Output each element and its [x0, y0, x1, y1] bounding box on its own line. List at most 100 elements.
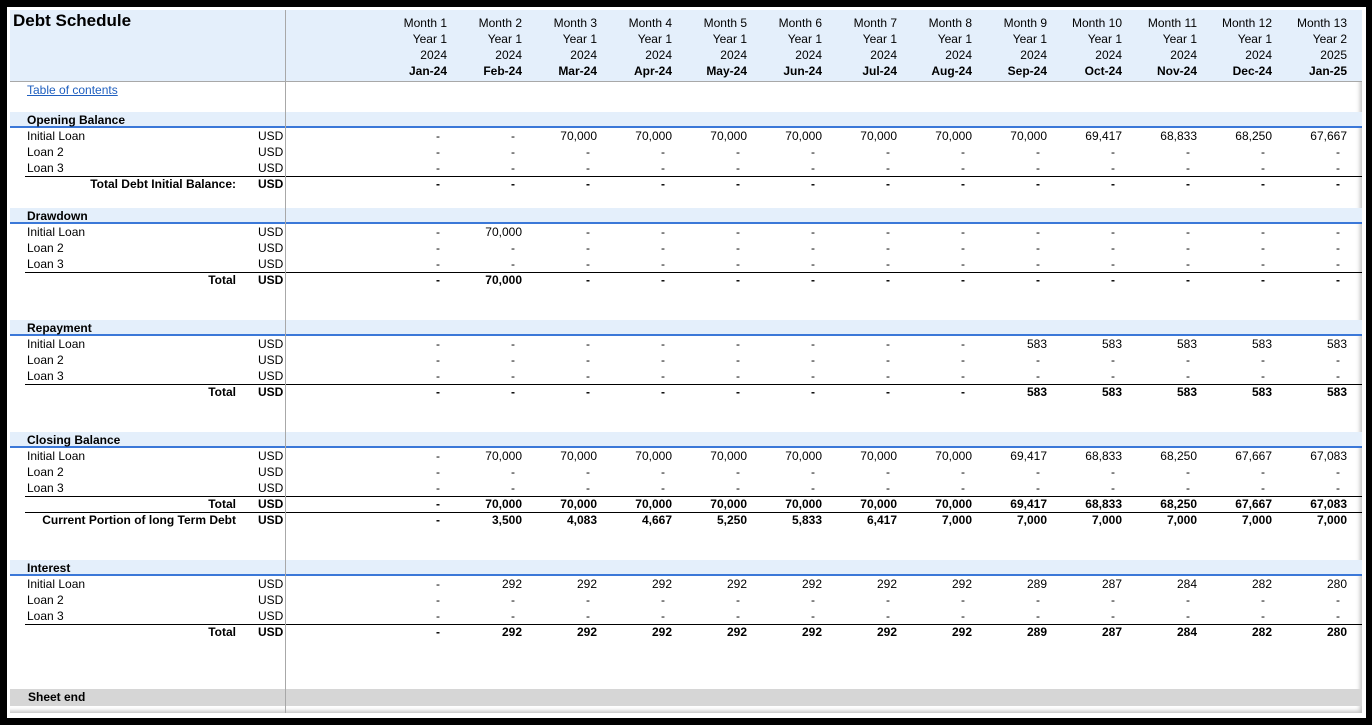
value-cell[interactable]: -: [520, 224, 590, 240]
value-cell[interactable]: -: [1045, 352, 1115, 368]
value-cell[interactable]: 284: [1127, 576, 1197, 592]
value-cell[interactable]: -: [820, 464, 890, 480]
value-cell[interactable]: -: [970, 224, 1040, 240]
value-cell[interactable]: -: [520, 144, 590, 160]
value-cell[interactable]: 583: [977, 336, 1047, 352]
value-cell[interactable]: -: [520, 480, 590, 496]
value-cell[interactable]: -: [520, 464, 590, 480]
value-cell[interactable]: -: [745, 592, 815, 608]
value-cell[interactable]: -: [1045, 256, 1115, 272]
value-cell[interactable]: -: [970, 240, 1040, 256]
value-cell[interactable]: -: [670, 176, 740, 192]
value-cell[interactable]: -: [970, 592, 1040, 608]
value-cell[interactable]: -: [520, 240, 590, 256]
value-cell[interactable]: -: [820, 176, 890, 192]
value-cell[interactable]: 67,667: [1202, 496, 1272, 512]
value-cell[interactable]: -: [520, 176, 590, 192]
value-cell[interactable]: -: [370, 576, 440, 592]
value-cell[interactable]: -: [520, 352, 590, 368]
value-cell[interactable]: 5,833: [752, 512, 822, 528]
value-cell[interactable]: -: [895, 384, 965, 400]
value-cell[interactable]: -: [670, 352, 740, 368]
value-cell[interactable]: -: [895, 176, 965, 192]
value-cell[interactable]: -: [595, 176, 665, 192]
value-cell[interactable]: -: [370, 464, 440, 480]
value-cell[interactable]: 280: [1277, 624, 1347, 640]
value-cell[interactable]: 4,667: [602, 512, 672, 528]
value-cell[interactable]: 7,000: [1052, 512, 1122, 528]
value-cell[interactable]: 70,000: [602, 448, 672, 464]
value-cell[interactable]: 583: [1127, 336, 1197, 352]
value-cell[interactable]: 67,083: [1277, 448, 1347, 464]
value-cell[interactable]: -: [745, 480, 815, 496]
value-cell[interactable]: -: [370, 272, 440, 288]
value-cell[interactable]: 292: [902, 576, 972, 592]
value-cell[interactable]: -: [595, 256, 665, 272]
value-cell[interactable]: -: [745, 352, 815, 368]
value-cell[interactable]: -: [370, 336, 440, 352]
value-cell[interactable]: -: [1120, 592, 1190, 608]
value-cell[interactable]: 7,000: [1202, 512, 1272, 528]
value-cell[interactable]: -: [1045, 608, 1115, 624]
value-cell[interactable]: -: [370, 496, 440, 512]
value-cell[interactable]: -: [1195, 368, 1265, 384]
value-cell[interactable]: -: [745, 272, 815, 288]
value-cell[interactable]: 287: [1052, 576, 1122, 592]
value-cell[interactable]: -: [895, 608, 965, 624]
value-cell[interactable]: 292: [527, 576, 597, 592]
value-cell[interactable]: 292: [827, 576, 897, 592]
value-cell[interactable]: -: [370, 512, 440, 528]
value-cell[interactable]: -: [1195, 176, 1265, 192]
value-cell[interactable]: -: [895, 464, 965, 480]
value-cell[interactable]: -: [1195, 352, 1265, 368]
value-cell[interactable]: 292: [677, 576, 747, 592]
value-cell[interactable]: -: [370, 144, 440, 160]
value-cell[interactable]: -: [1270, 352, 1340, 368]
value-cell[interactable]: -: [745, 176, 815, 192]
value-cell[interactable]: -: [370, 608, 440, 624]
value-cell[interactable]: 70,000: [452, 224, 522, 240]
value-cell[interactable]: -: [895, 592, 965, 608]
value-cell[interactable]: -: [1270, 256, 1340, 272]
value-cell[interactable]: 583: [1277, 336, 1347, 352]
value-cell[interactable]: -: [370, 128, 440, 144]
value-cell[interactable]: -: [820, 352, 890, 368]
value-cell[interactable]: -: [595, 336, 665, 352]
value-cell[interactable]: 70,000: [452, 272, 522, 288]
value-cell[interactable]: -: [445, 464, 515, 480]
value-cell[interactable]: 292: [452, 624, 522, 640]
value-cell[interactable]: 3,500: [452, 512, 522, 528]
value-cell[interactable]: 70,000: [602, 128, 672, 144]
value-cell[interactable]: -: [670, 160, 740, 176]
value-cell[interactable]: -: [970, 464, 1040, 480]
value-cell[interactable]: -: [895, 160, 965, 176]
value-cell[interactable]: 583: [1277, 384, 1347, 400]
value-cell[interactable]: -: [1120, 608, 1190, 624]
value-cell[interactable]: 292: [677, 624, 747, 640]
value-cell[interactable]: -: [970, 352, 1040, 368]
value-cell[interactable]: 70,000: [902, 128, 972, 144]
value-cell[interactable]: -: [445, 480, 515, 496]
value-cell[interactable]: 7,000: [1127, 512, 1197, 528]
value-cell[interactable]: -: [745, 368, 815, 384]
value-cell[interactable]: 70,000: [827, 128, 897, 144]
value-cell[interactable]: 289: [977, 576, 1047, 592]
value-cell[interactable]: -: [1120, 352, 1190, 368]
value-cell[interactable]: -: [1195, 608, 1265, 624]
value-cell[interactable]: 69,417: [977, 496, 1047, 512]
value-cell[interactable]: -: [1195, 224, 1265, 240]
value-cell[interactable]: 70,000: [602, 496, 672, 512]
value-cell[interactable]: 282: [1202, 624, 1272, 640]
value-cell[interactable]: -: [1045, 240, 1115, 256]
value-cell[interactable]: -: [520, 608, 590, 624]
value-cell[interactable]: -: [1045, 160, 1115, 176]
value-cell[interactable]: -: [1120, 160, 1190, 176]
value-cell[interactable]: -: [1270, 480, 1340, 496]
value-cell[interactable]: -: [520, 384, 590, 400]
value-cell[interactable]: -: [370, 160, 440, 176]
value-cell[interactable]: -: [1045, 272, 1115, 288]
value-cell[interactable]: -: [970, 144, 1040, 160]
value-cell[interactable]: -: [745, 336, 815, 352]
value-cell[interactable]: -: [820, 224, 890, 240]
value-cell[interactable]: 70,000: [677, 128, 747, 144]
